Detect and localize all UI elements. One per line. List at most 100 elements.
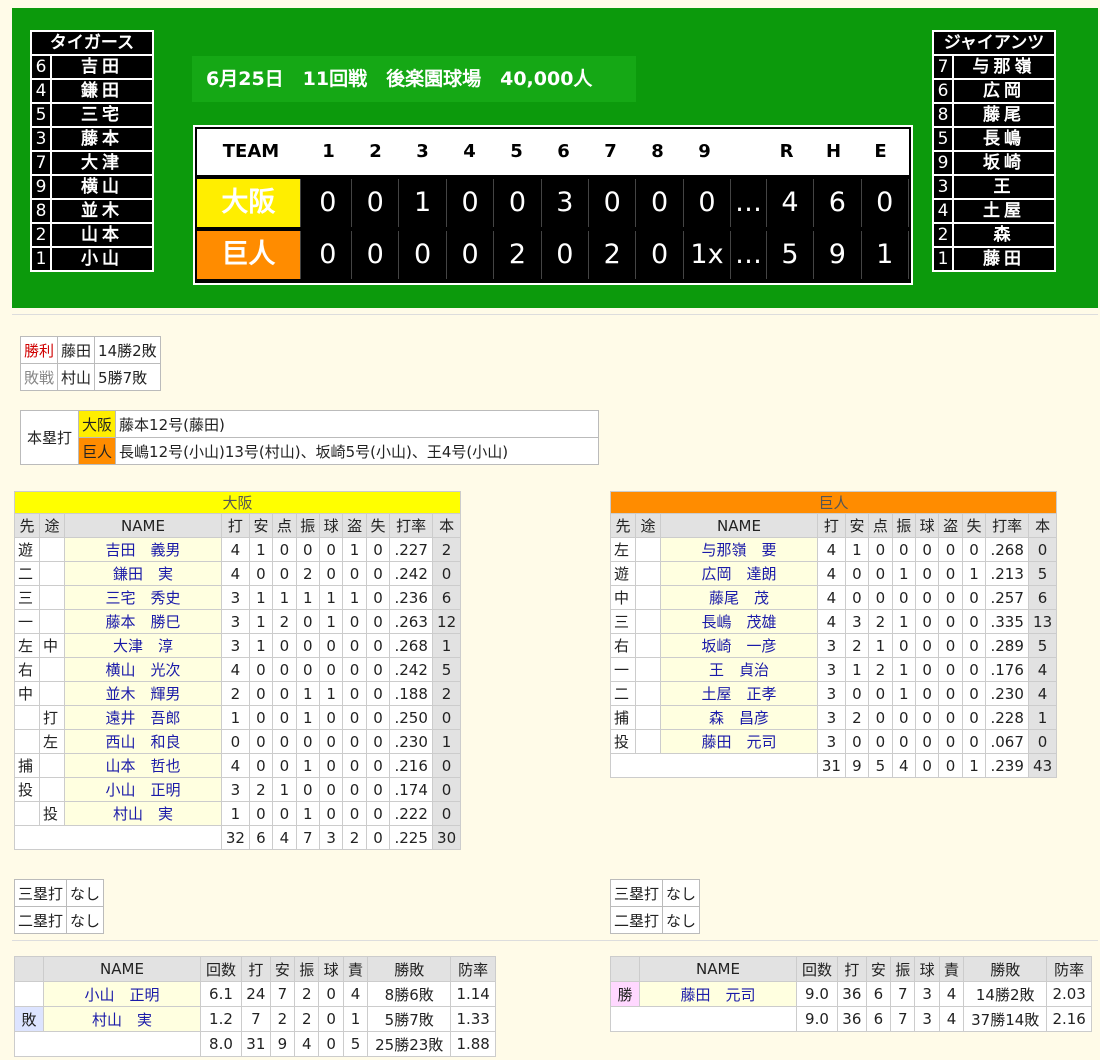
pitching-header-row: NAME 回数打安振球責勝敗 防率 xyxy=(14,956,496,982)
lineup-row: 5 長嶋 xyxy=(934,128,1054,152)
batter-stat: 投 xyxy=(39,801,65,826)
batter-stat: 0 xyxy=(938,681,963,706)
inning-score: 0 xyxy=(589,179,637,227)
pitching-header-cell: 球 xyxy=(318,956,344,982)
batter-stat xyxy=(14,729,40,754)
pitching-total: 4 xyxy=(938,1006,965,1032)
batter-stat: 1 xyxy=(844,657,870,682)
batter-stat: 0 xyxy=(295,537,320,562)
batting-header-cell: 球 xyxy=(318,513,344,538)
batter-stat: 1 xyxy=(221,801,250,826)
batter-stat: 0 xyxy=(1028,729,1057,754)
batter-stat: 6 xyxy=(432,585,461,610)
batter-stat: 左 xyxy=(610,537,636,562)
pitcher-stat: 2.03 xyxy=(1046,981,1092,1007)
lineup-row: 7 与那嶺 xyxy=(934,56,1054,80)
batter-row: 一王 貞治 3 1 2 1 0 0 0.176 4 xyxy=(610,657,1057,682)
batter-stat: 中 xyxy=(39,633,65,658)
pitching-total: 7 xyxy=(890,1006,916,1032)
lineup-player-name: 藤本 xyxy=(81,129,123,149)
inning-score: 0 xyxy=(352,231,400,279)
batter-stat: 0 xyxy=(248,729,274,754)
batter-stat: 3 xyxy=(221,585,250,610)
batter-stat: 0 xyxy=(318,657,344,682)
batter-stat xyxy=(635,681,661,706)
lineup-row: 4 土屋 xyxy=(934,200,1054,224)
totals-spacer xyxy=(14,1031,201,1057)
line-score-ellipsis: … xyxy=(731,179,767,227)
batter-stat: 0 xyxy=(938,657,963,682)
batter-stat: 1 xyxy=(272,585,297,610)
batting-total: 0 xyxy=(938,753,963,778)
batting-header-cell: 安 xyxy=(844,513,870,538)
pitching-header-cell: 防率 xyxy=(450,956,496,982)
batter-stat: 0 xyxy=(295,657,320,682)
pitcher-stat: 4 xyxy=(342,981,369,1007)
lineup-player-name: 王 xyxy=(993,177,1015,197)
batter-stat: 12 xyxy=(432,609,461,634)
pitching-total: 1.88 xyxy=(450,1031,496,1057)
batting-total: 5 xyxy=(868,753,893,778)
lineup-row: 1 小山 xyxy=(32,248,152,270)
pitching-header-cell: 打 xyxy=(836,956,867,982)
pitching-header-cell xyxy=(14,956,44,982)
pitching-total: 31 xyxy=(240,1031,271,1057)
line-score-header-cell: 8 xyxy=(651,141,664,162)
batter-stat: 1 xyxy=(342,585,367,610)
batter-stat: 0 xyxy=(318,753,344,778)
batter-stat: 0 xyxy=(844,681,870,706)
inning-score: 1 xyxy=(399,179,447,227)
batter-stat: 0 xyxy=(248,753,274,778)
batter-stat xyxy=(635,633,661,658)
batter-stat: 0 xyxy=(891,705,916,730)
batting-team-name: 巨人 xyxy=(610,491,1057,514)
decision-record: 14勝2敗 xyxy=(94,336,161,364)
batter-row: 二土屋 正孝 3 0 0 1 0 0 0.230 4 xyxy=(610,681,1057,706)
pitcher-stat: 1.14 xyxy=(450,981,496,1007)
line-score-header-cell: 9 xyxy=(698,141,711,162)
batter-name: 三宅 秀史 xyxy=(64,585,222,610)
batter-stat: 1 xyxy=(248,537,274,562)
pitcher-stat: 4 xyxy=(938,981,965,1007)
inning-score: 0 xyxy=(399,231,447,279)
away-extra-hits: 三塁打 なし 二塁打 なし xyxy=(13,879,105,934)
batter-row: 一藤本 勝巳 3 1 2 0 1 0 0.263 12 xyxy=(14,609,461,634)
batter-stat: 1 xyxy=(318,609,344,634)
pitching-total: 3 xyxy=(914,1006,940,1032)
batter-stat: 2 xyxy=(844,633,870,658)
extra-hit-label: 三塁打 xyxy=(13,879,68,907)
lineup-row: 8 並木 xyxy=(32,200,152,224)
decision-row: 勝利 藤田 14勝2敗 xyxy=(19,336,161,364)
batting-header-cell: 打 xyxy=(817,513,846,538)
batter-stat: 0 xyxy=(868,537,893,562)
pitching-header-cell: 回数 xyxy=(796,956,838,982)
lineup-row: 7 大津 xyxy=(32,152,152,176)
batter-stat: 3 xyxy=(221,777,250,802)
batter-stat: 0 xyxy=(365,609,391,634)
batting-header-cell: 球 xyxy=(914,513,940,538)
batter-stat: 0 xyxy=(295,609,320,634)
batting-total: 31 xyxy=(817,753,846,778)
batting-header-cell: 打 xyxy=(221,513,250,538)
lineup-player-name: 長嶋 xyxy=(983,129,1025,149)
batter-stat: 0 xyxy=(318,537,344,562)
batter-stat: .263 xyxy=(389,609,434,634)
batter-stat xyxy=(635,609,661,634)
pitching-total: 36 xyxy=(836,1006,867,1032)
batter-stat: 5 xyxy=(432,657,461,682)
batter-stat: 0 xyxy=(914,561,940,586)
lineup-player-name: 三宅 xyxy=(81,105,123,125)
pitching-header-cell xyxy=(610,956,640,982)
line-score-away: 大阪 0 0 1 0 0 3 0 0 0… 4 6 0 xyxy=(197,179,909,227)
batter-stat: 2 xyxy=(844,705,870,730)
homerun-team: 大阪 xyxy=(78,410,117,438)
batter-stat: 3 xyxy=(817,705,846,730)
extra-hit-row: 三塁打 なし xyxy=(13,879,105,907)
batter-stat: .222 xyxy=(389,801,434,826)
pitcher-stat: 7 xyxy=(240,1006,271,1032)
batter-stat: 13 xyxy=(1028,609,1057,634)
pitching-header-cell: 責 xyxy=(342,956,369,982)
batter-stat: 0 xyxy=(938,561,963,586)
batter-name: 森 昌彦 xyxy=(660,705,818,730)
decision-record: 5勝7敗 xyxy=(94,363,161,391)
